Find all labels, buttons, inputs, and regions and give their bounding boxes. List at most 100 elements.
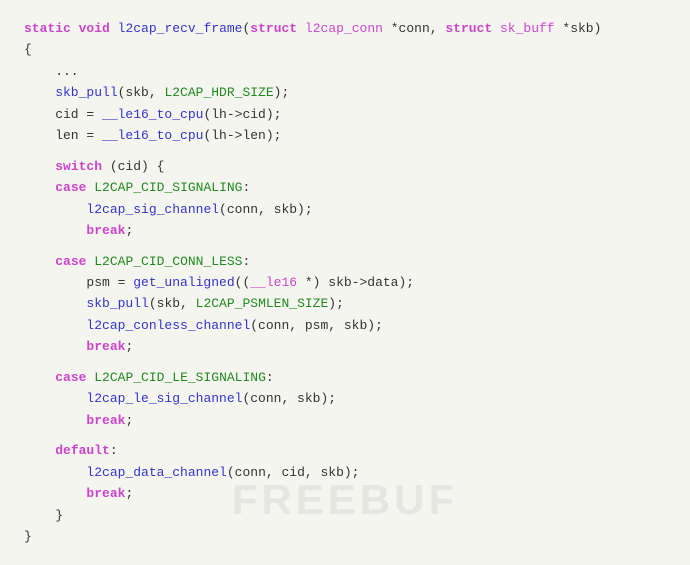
code-line: break; — [24, 410, 666, 431]
code-line: { — [24, 39, 666, 60]
token-kw: void — [79, 21, 110, 36]
token-kw: switch — [55, 159, 102, 174]
code-line: break; — [24, 483, 666, 504]
token-plain — [24, 180, 55, 195]
token-macro: L2CAP_PSMLEN_SIZE — [196, 296, 329, 311]
token-macro: L2CAP_CID_SIGNALING — [94, 180, 242, 195]
token-type: l2cap_conn — [305, 21, 383, 36]
code-line: l2cap_le_sig_channel(conn, skb); — [24, 388, 666, 409]
token-fn: l2cap_data_channel — [86, 465, 226, 480]
code-line: len = __le16_to_cpu(lh->len); — [24, 125, 666, 146]
token-type: __le16 — [250, 275, 297, 290]
code-container: static void l2cap_recv_frame(struct l2ca… — [0, 0, 690, 565]
token-kw: break — [86, 339, 125, 354]
token-plain: (cid) { — [102, 159, 164, 174]
token-plain: : — [266, 370, 274, 385]
code-line — [24, 431, 666, 440]
token-fn: skb_pull — [24, 85, 118, 100]
token-plain: ; — [125, 339, 133, 354]
token-plain: } — [24, 529, 32, 544]
token-plain: (skb, — [118, 85, 165, 100]
token-plain: (lh->len); — [203, 128, 281, 143]
token-plain — [24, 413, 86, 428]
token-plain: psm = — [24, 275, 133, 290]
token-plain — [24, 391, 86, 406]
code-line — [24, 241, 666, 250]
code-line: skb_pull(skb, L2CAP_PSMLEN_SIZE); — [24, 293, 666, 314]
token-plain — [110, 21, 118, 36]
token-plain: : — [242, 180, 250, 195]
token-plain — [24, 443, 55, 458]
token-fn: l2cap_recv_frame — [118, 21, 243, 36]
code-line — [24, 147, 666, 156]
token-macro: L2CAP_HDR_SIZE — [164, 85, 273, 100]
token-plain: *conn, — [383, 21, 445, 36]
token-plain: : — [242, 254, 250, 269]
token-kw: break — [86, 486, 125, 501]
token-kw: case — [55, 370, 86, 385]
code-line: case L2CAP_CID_SIGNALING: — [24, 177, 666, 198]
token-plain — [24, 486, 86, 501]
code-line: } — [24, 505, 666, 526]
token-plain: (conn, psm, skb); — [250, 318, 383, 333]
code-line: case L2CAP_CID_CONN_LESS: — [24, 251, 666, 272]
token-kw: case — [55, 180, 86, 195]
code-line — [24, 358, 666, 367]
token-plain: *) skb->data); — [297, 275, 414, 290]
token-plain — [24, 465, 86, 480]
code-line: break; — [24, 336, 666, 357]
token-plain — [24, 370, 55, 385]
code-line: } — [24, 526, 666, 547]
token-fn: l2cap_conless_channel — [86, 318, 250, 333]
token-kw: static — [24, 21, 71, 36]
token-plain: ... — [24, 64, 79, 79]
token-plain — [24, 296, 86, 311]
token-kw: default — [55, 443, 110, 458]
token-fn: l2cap_le_sig_channel — [86, 391, 242, 406]
token-macro: L2CAP_CID_CONN_LESS — [94, 254, 242, 269]
token-plain: ); — [328, 296, 344, 311]
token-fn: __le16_to_cpu — [102, 128, 203, 143]
token-plain: (conn, cid, skb); — [227, 465, 360, 480]
token-fn: l2cap_sig_channel — [86, 202, 219, 217]
token-plain: (conn, skb); — [219, 202, 313, 217]
code-line: case L2CAP_CID_LE_SIGNALING: — [24, 367, 666, 388]
token-plain: cid = — [24, 107, 102, 122]
token-type: sk_buff — [500, 21, 555, 36]
token-plain: { — [24, 42, 32, 57]
token-plain: *skb) — [555, 21, 602, 36]
token-plain — [24, 202, 86, 217]
code-line: psm = get_unaligned((__le16 *) skb->data… — [24, 272, 666, 293]
token-kw: break — [86, 223, 125, 238]
token-plain — [24, 223, 86, 238]
token-kw: struct — [445, 21, 492, 36]
code-line: default: — [24, 440, 666, 461]
code-line: break; — [24, 220, 666, 241]
code-line: l2cap_sig_channel(conn, skb); — [24, 199, 666, 220]
token-plain: (conn, skb); — [242, 391, 336, 406]
token-plain: ; — [125, 486, 133, 501]
token-plain: (( — [235, 275, 251, 290]
code-line: l2cap_conless_channel(conn, psm, skb); — [24, 315, 666, 336]
token-plain — [492, 21, 500, 36]
code-line: switch (cid) { — [24, 156, 666, 177]
token-plain: : — [110, 443, 118, 458]
token-fn: get_unaligned — [133, 275, 234, 290]
token-plain — [24, 254, 55, 269]
code-line: ... — [24, 61, 666, 82]
token-plain: ; — [125, 223, 133, 238]
token-plain — [24, 339, 86, 354]
token-fn: __le16_to_cpu — [102, 107, 203, 122]
token-plain — [24, 159, 55, 174]
code-line: cid = __le16_to_cpu(lh->cid); — [24, 104, 666, 125]
code-line: skb_pull(skb, L2CAP_HDR_SIZE); — [24, 82, 666, 103]
token-kw: struct — [250, 21, 297, 36]
token-plain — [297, 21, 305, 36]
token-fn: skb_pull — [86, 296, 148, 311]
token-plain: ); — [274, 85, 290, 100]
token-plain: len = — [24, 128, 102, 143]
token-plain — [24, 318, 86, 333]
token-plain — [71, 21, 79, 36]
token-kw: case — [55, 254, 86, 269]
token-plain: (skb, — [149, 296, 196, 311]
